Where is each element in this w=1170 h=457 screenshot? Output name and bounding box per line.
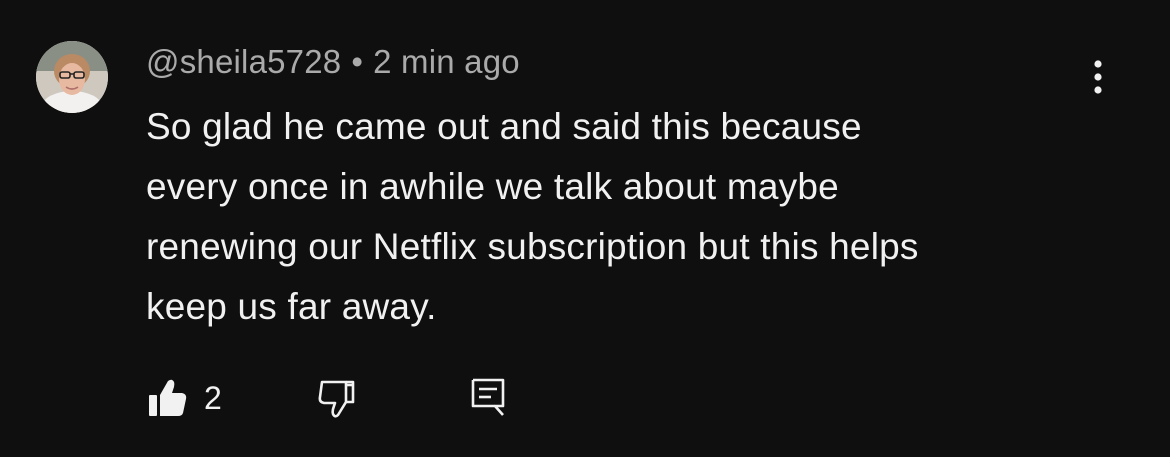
comment-text-line: keep us far away.	[146, 286, 437, 327]
comment-card: @sheila5728 • 2 min ago So glad he came ou…	[0, 0, 1170, 457]
reply-button[interactable]	[468, 376, 508, 422]
comment-text: So glad he came out and said this becaus…	[146, 97, 1106, 337]
comment-reply-icon	[471, 378, 505, 416]
dislike-button[interactable]	[316, 376, 362, 422]
thumbs-down-outline-icon	[318, 380, 355, 418]
comment-text-line: every once in awhile we talk about maybe	[146, 166, 839, 207]
meta-separator: •	[351, 43, 364, 80]
avatar-image	[36, 41, 108, 113]
more-actions-button[interactable]	[1082, 58, 1114, 98]
comment-timestamp[interactable]: 2 min ago	[373, 43, 520, 80]
comment-text-line: So glad he came out and said this becaus…	[146, 106, 862, 147]
like-button[interactable]: 2	[146, 376, 246, 422]
thumbs-up-filled-icon	[149, 379, 187, 416]
comment-text-line: renewing our Netflix subscription but th…	[146, 226, 919, 267]
avatar[interactable]	[36, 41, 108, 113]
like-count: 2	[204, 380, 222, 416]
author-handle[interactable]: @sheila5728	[146, 43, 341, 80]
more-vertical-icon	[1094, 60, 1102, 94]
comment-header: @sheila5728 • 2 min ago	[146, 40, 520, 84]
